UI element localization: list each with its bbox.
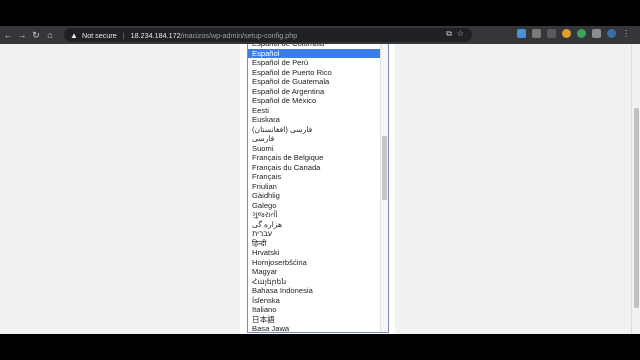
- language-select[interactable]: Español de ColombiaEspañolEspañol de Per…: [247, 44, 389, 333]
- language-option[interactable]: 日本語: [248, 315, 380, 325]
- language-option[interactable]: Bahasa Indonesia: [248, 286, 380, 296]
- back-icon[interactable]: ←: [2, 29, 14, 41]
- language-option[interactable]: Français: [248, 172, 380, 182]
- extension-icon[interactable]: [577, 29, 586, 38]
- language-list-scroll-thumb[interactable]: [382, 136, 387, 200]
- browser-window: ← → ↻ ⌂ ▲ Not secure | 18.234.184.172 /m…: [0, 26, 640, 334]
- translate-icon[interactable]: ⧉: [446, 29, 452, 39]
- language-option[interactable]: Eesti: [248, 106, 380, 116]
- language-option[interactable]: هزاره گی: [248, 220, 380, 230]
- page-scrollbar[interactable]: [631, 44, 640, 334]
- language-option[interactable]: Galego: [248, 201, 380, 211]
- bookmark-star-icon[interactable]: ☆: [457, 29, 464, 39]
- language-option[interactable]: Español de Guatemala: [248, 77, 380, 87]
- language-option[interactable]: Français du Canada: [248, 163, 380, 173]
- language-option[interactable]: فارسی (افغانستان): [248, 125, 380, 135]
- language-option[interactable]: Español: [248, 48, 380, 58]
- language-option[interactable]: Hrvatski: [248, 248, 380, 258]
- language-option[interactable]: Euskara: [248, 115, 380, 125]
- avatar[interactable]: [607, 29, 616, 38]
- language-option[interactable]: Hornjoserbšćina: [248, 258, 380, 268]
- language-option[interactable]: Español de México: [248, 96, 380, 106]
- language-option[interactable]: Basa Jawa: [248, 324, 380, 332]
- language-option[interactable]: Italiano: [248, 305, 380, 315]
- language-option[interactable]: हिन्दी: [248, 239, 380, 249]
- language-option[interactable]: Français de Belgique: [248, 153, 380, 163]
- language-option[interactable]: Español de Puerto Rico: [248, 68, 380, 78]
- language-option[interactable]: فارسی: [248, 134, 380, 144]
- security-label[interactable]: Not secure: [82, 31, 117, 40]
- url-host: 18.234.184.172: [130, 30, 181, 40]
- extension-icon[interactable]: [532, 29, 541, 38]
- menu-icon[interactable]: ⋮: [622, 29, 631, 38]
- address-bar[interactable]: ▲ Not secure | 18.234.184.172 /macizos/w…: [64, 28, 472, 42]
- warning-icon[interactable]: ▲: [70, 31, 80, 40]
- language-list: Español de ColombiaEspañolEspañol de Per…: [248, 44, 380, 332]
- extension-icon[interactable]: [547, 29, 556, 38]
- language-option[interactable]: Magyar: [248, 267, 380, 277]
- extensions-area: ⋮: [517, 29, 631, 38]
- language-option[interactable]: Suomi: [248, 144, 380, 154]
- language-option[interactable]: Gàidhlig: [248, 191, 380, 201]
- home-icon[interactable]: ⌂: [44, 29, 56, 41]
- page-scroll-thumb[interactable]: [634, 108, 639, 308]
- url-path: /macizos/wp-admin/setup-config.php: [180, 30, 298, 40]
- extension-icon[interactable]: [517, 29, 526, 38]
- puzzle-icon[interactable]: [592, 29, 601, 38]
- address-separator: |: [122, 30, 125, 40]
- language-option[interactable]: עברית: [248, 229, 380, 239]
- page-content: Español de ColombiaEspañolEspañol de Per…: [0, 44, 631, 334]
- language-option[interactable]: Հայերեն: [248, 277, 380, 287]
- browser-toolbar: ← → ↻ ⌂ ▲ Not secure | 18.234.184.172 /m…: [0, 26, 640, 44]
- reload-icon[interactable]: ↻: [30, 29, 42, 41]
- language-option[interactable]: Íslenska: [248, 296, 380, 306]
- extension-icon[interactable]: [562, 29, 571, 38]
- forward-icon[interactable]: →: [16, 29, 28, 41]
- language-option[interactable]: Español de Argentina: [248, 87, 380, 97]
- language-list-scrollbar[interactable]: [380, 44, 388, 332]
- language-option[interactable]: Friulian: [248, 182, 380, 192]
- language-option[interactable]: Español de Perú: [248, 58, 380, 68]
- language-option[interactable]: ગુજરાતી: [248, 210, 380, 220]
